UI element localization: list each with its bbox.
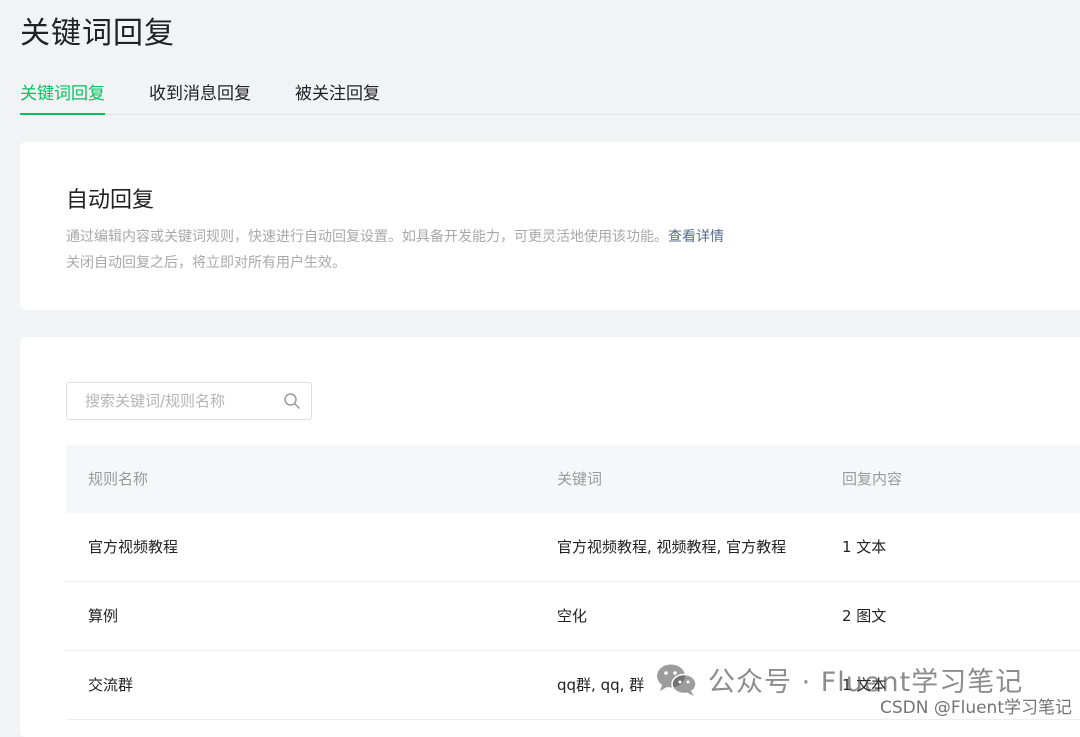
- tab-follow-reply[interactable]: 被关注回复: [295, 80, 380, 114]
- keywords-cell: 空化: [557, 607, 588, 625]
- view-details-link[interactable]: 查看详情: [668, 229, 724, 245]
- search-box: [66, 382, 312, 420]
- column-header-keywords: 关键词: [557, 470, 603, 488]
- column-header-reply-content: 回复内容: [842, 470, 903, 488]
- search-icon[interactable]: [283, 392, 301, 410]
- auto-reply-description: 通过编辑内容或关键词规则，快速进行自动回复设置。如具备开发能力，可更灵活地使用该…: [66, 226, 724, 246]
- table-header: 规则名称 关键词 回复内容: [66, 445, 1080, 513]
- table-row[interactable]: 官方视频教程 官方视频教程, 视频教程, 官方教程 1 文本: [66, 513, 1080, 582]
- rule-name-cell: 官方视频教程: [88, 538, 179, 556]
- auto-reply-title: 自动回复: [66, 188, 155, 213]
- keywords-cell: 官方视频教程, 视频教程, 官方教程: [557, 538, 787, 556]
- wechat-icon: [657, 664, 697, 696]
- keywords-cell: qq群, qq, 群: [557, 676, 645, 694]
- table-row[interactable]: 算例 空化 2 图文: [66, 582, 1080, 651]
- tab-bar: 关键词回复 收到消息回复 被关注回复: [20, 80, 1080, 115]
- auto-reply-card: 自动回复 通过编辑内容或关键词规则，快速进行自动回复设置。如具备开发能力，可更灵…: [20, 142, 1080, 310]
- rule-name-cell: 交流群: [88, 676, 134, 694]
- auto-reply-description-text: 通过编辑内容或关键词规则，快速进行自动回复设置。如具备开发能力，可更灵活地使用该…: [66, 229, 668, 245]
- tab-message-reply[interactable]: 收到消息回复: [149, 80, 251, 114]
- rule-name-cell: 算例: [88, 607, 119, 625]
- page-title: 关键词回复: [20, 16, 175, 51]
- search-input[interactable]: [67, 383, 285, 419]
- auto-reply-notice: 关闭自动回复之后，将立即对所有用户生效。: [66, 255, 346, 271]
- reply-content-cell: 2 图文: [842, 607, 887, 625]
- watermark-source: CSDN @Fluent学习笔记: [879, 698, 1072, 718]
- reply-content-cell: 1 文本: [842, 538, 887, 556]
- column-header-rule-name: 规则名称: [88, 470, 149, 488]
- tab-keyword-reply[interactable]: 关键词回复: [20, 80, 105, 115]
